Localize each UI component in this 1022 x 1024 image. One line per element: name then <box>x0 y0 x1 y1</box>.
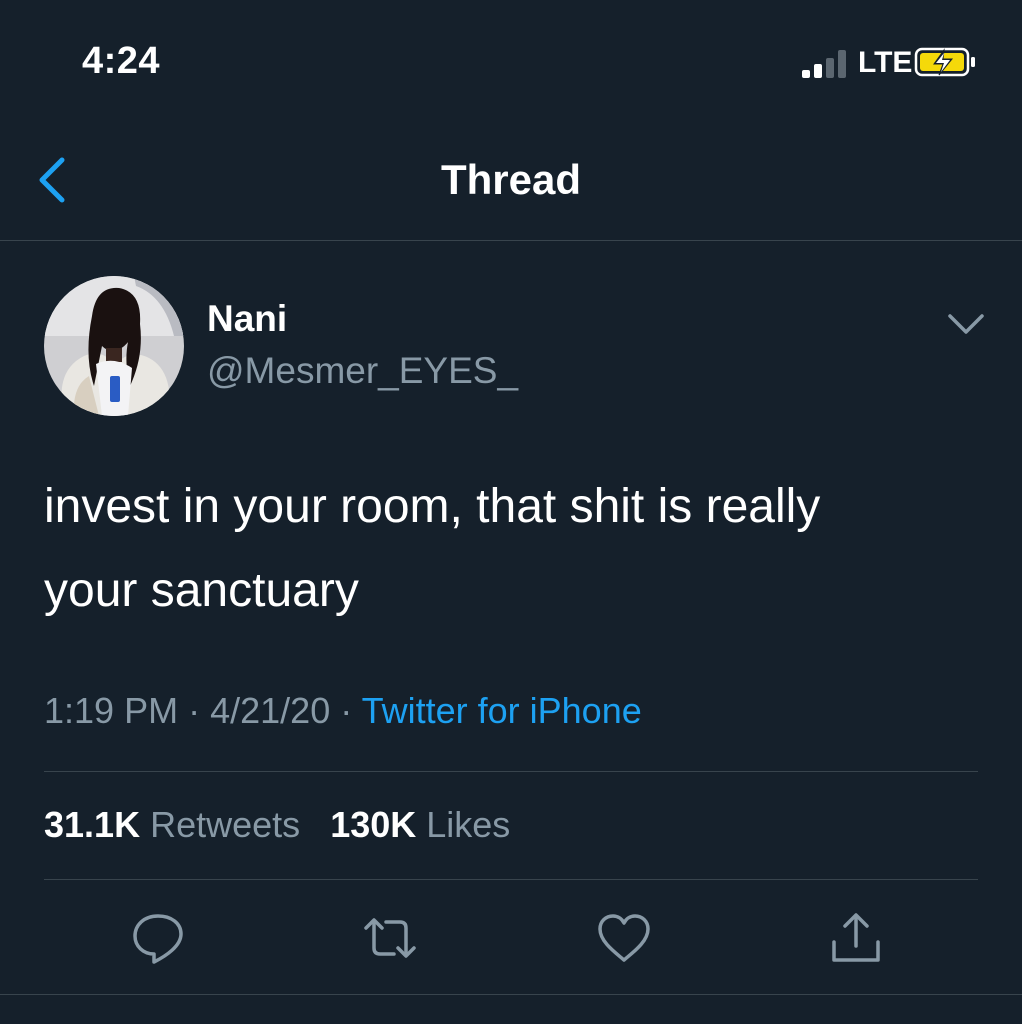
tweet-stats: 31.1K Retweets 130K Likes <box>44 804 510 846</box>
tweet-source-link[interactable]: Twitter for iPhone <box>362 690 642 731</box>
divider <box>0 994 1022 995</box>
tweet-text: invest in your room, that shit is really… <box>44 465 984 633</box>
avatar[interactable] <box>44 276 184 416</box>
retweets-label: Retweets <box>150 804 301 845</box>
retweet-icon[interactable] <box>360 908 420 968</box>
share-icon[interactable] <box>826 908 886 968</box>
tweet-text-line-1: invest in your room, that shit is really <box>44 480 821 533</box>
reply-icon[interactable] <box>128 908 188 968</box>
network-label: LTE <box>858 46 913 79</box>
user-handle[interactable]: @Mesmer_EYES_ <box>207 350 518 392</box>
tweet-text-line-2: your sanctuary <box>44 564 359 617</box>
navigation-bar: Thread <box>0 120 1022 241</box>
page-title: Thread <box>440 156 582 203</box>
likes-label: Likes <box>426 804 511 845</box>
separator: · <box>340 690 353 731</box>
likes-count: 130K <box>330 804 417 845</box>
retweets-stat[interactable]: 31.1K Retweets <box>44 804 300 845</box>
tweet-metadata: 1:19 PM · 4/21/20 · Twitter for iPhone <box>44 690 642 732</box>
tweet-time: 1:19 PM <box>44 690 179 731</box>
likes-stat[interactable]: 130K Likes <box>330 804 510 845</box>
divider <box>44 771 978 772</box>
separator: · <box>188 690 201 731</box>
display-name[interactable]: Nani <box>207 298 287 340</box>
like-icon[interactable] <box>594 908 654 968</box>
divider <box>44 879 978 880</box>
chevron-down-icon[interactable] <box>944 306 988 342</box>
status-time: 4:24 <box>82 40 161 82</box>
retweets-count: 31.1K <box>44 804 141 845</box>
signal-icon <box>802 50 850 78</box>
tweet-date: 4/21/20 <box>210 690 331 731</box>
status-bar: 4:24 LTE <box>0 0 1022 120</box>
battery-charging-icon <box>914 47 975 77</box>
